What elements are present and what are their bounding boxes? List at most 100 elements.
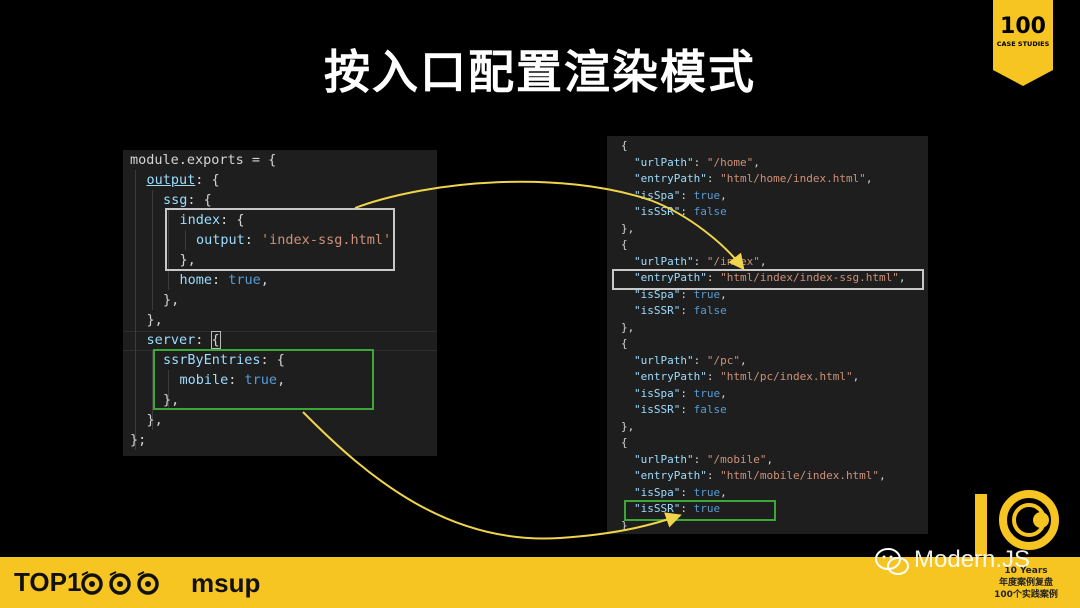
code-token: "/mobile" bbox=[706, 452, 767, 466]
code-token: : { bbox=[187, 192, 212, 208]
code-token: "html/home/index.html" bbox=[720, 172, 866, 185]
code-token: "/home" bbox=[706, 155, 754, 169]
code-token: , bbox=[759, 254, 767, 268]
code-token: : bbox=[212, 272, 229, 288]
code-token: , bbox=[879, 469, 886, 482]
code-token: : bbox=[680, 304, 694, 317]
code-token: : bbox=[195, 332, 212, 348]
code-token: , bbox=[720, 485, 727, 499]
code-token: "html/pc/index.html" bbox=[720, 370, 853, 383]
code-line: "urlPath": "/home", bbox=[620, 155, 760, 172]
code-token: , bbox=[852, 370, 860, 383]
code-token: ssg bbox=[163, 192, 188, 208]
code-token: , bbox=[260, 272, 269, 288]
code-line: { bbox=[607, 336, 628, 353]
code-token: : bbox=[706, 370, 721, 383]
code-line: "isSSR": false bbox=[620, 204, 727, 221]
code-token: "isSSR" bbox=[634, 403, 681, 416]
code-line: { bbox=[607, 138, 628, 155]
code-token: }, bbox=[621, 320, 635, 334]
code-token: false bbox=[693, 403, 727, 416]
code-token: "isSpa" bbox=[634, 485, 681, 499]
code-token: module.exports bbox=[130, 152, 244, 168]
code-token: true bbox=[228, 272, 261, 288]
code-token: "/pc" bbox=[706, 353, 740, 367]
code-line: }, bbox=[607, 221, 634, 238]
code-token: : bbox=[680, 485, 694, 499]
code-token: }, bbox=[146, 412, 163, 428]
code-token: : bbox=[680, 205, 694, 218]
code-token: : bbox=[693, 155, 707, 169]
code-line: output: { bbox=[140, 170, 220, 190]
code-line: "isSpa": true, bbox=[620, 386, 727, 403]
code-token: "html/mobile/index.html" bbox=[720, 469, 880, 482]
code-token: "urlPath" bbox=[634, 452, 694, 466]
code-line: home: true, bbox=[173, 270, 269, 290]
code-token: : bbox=[706, 469, 721, 482]
code-token: : bbox=[693, 254, 707, 268]
code-line: "entryPath": "html/mobile/index.html", bbox=[620, 468, 886, 485]
top100-eyes-icon bbox=[81, 571, 159, 595]
indent-guide bbox=[135, 170, 136, 450]
code-line: ssg: { bbox=[156, 190, 212, 210]
code-token: { bbox=[621, 337, 628, 350]
badge-number: 100 bbox=[1000, 14, 1046, 39]
code-token: "isSpa" bbox=[634, 386, 681, 400]
code-token: : bbox=[680, 386, 694, 400]
case-studies-badge: 100 CASE STUDIES bbox=[993, 0, 1053, 86]
msup-logo: msup bbox=[191, 568, 261, 598]
entry-path-highlight-box bbox=[612, 269, 924, 290]
code-token: { bbox=[210, 331, 221, 349]
code-token: , bbox=[739, 353, 747, 367]
code-line: server: { bbox=[140, 330, 221, 350]
code-token: : bbox=[693, 452, 707, 466]
code-token: , bbox=[865, 172, 873, 185]
code-token: false bbox=[693, 304, 727, 317]
ssr-entries-highlight-box bbox=[153, 349, 374, 410]
code-line: "entryPath": "html/home/index.html", bbox=[620, 171, 872, 188]
code-token: true bbox=[693, 188, 721, 202]
code-line: { bbox=[607, 435, 628, 452]
code-token: { bbox=[621, 436, 628, 449]
code-token: , bbox=[753, 155, 760, 169]
code-token: "entryPath" bbox=[634, 172, 707, 185]
code-line: "urlPath": "/pc", bbox=[620, 353, 747, 370]
code-token: "/index" bbox=[706, 254, 760, 268]
is-ssr-highlight-box bbox=[624, 500, 776, 521]
code-token: { bbox=[621, 139, 628, 152]
code-line: }, bbox=[607, 419, 634, 436]
code-token: : bbox=[693, 353, 707, 367]
code-token: }, bbox=[621, 221, 635, 235]
code-line: "isSSR": false bbox=[620, 402, 727, 419]
code-token: "entryPath" bbox=[634, 469, 707, 482]
code-token: "isSpa" bbox=[634, 188, 681, 202]
code-token: }, bbox=[621, 419, 635, 433]
code-token: }, bbox=[146, 312, 163, 328]
code-line: }, bbox=[156, 290, 179, 310]
code-token: "isSSR" bbox=[634, 205, 681, 218]
top1-logo: TOP1 bbox=[14, 567, 81, 598]
code-token: : bbox=[680, 403, 694, 416]
code-line: "isSpa": true, bbox=[620, 485, 727, 502]
code-token: : bbox=[680, 188, 694, 202]
code-line: "isSSR": false bbox=[620, 303, 727, 320]
top1-text: TOP1 bbox=[14, 567, 82, 597]
code-line: "isSpa": true, bbox=[620, 188, 727, 205]
code-line: }, bbox=[140, 410, 163, 430]
code-token: output bbox=[146, 172, 196, 188]
right-code-editor[interactable]: {"urlPath": "/home", "entryPath": "html/h… bbox=[607, 136, 928, 534]
code-token: , bbox=[720, 188, 727, 202]
code-token: "isSSR" bbox=[634, 304, 681, 317]
code-token: = { bbox=[243, 152, 277, 168]
code-token: : { bbox=[195, 172, 220, 188]
ten-years-line2: 100个实践案例 bbox=[994, 590, 1058, 600]
ten-years-line1: 年度案例复盘 bbox=[998, 578, 1053, 588]
code-token: , bbox=[766, 452, 774, 466]
indent-guide bbox=[152, 190, 153, 310]
code-token: "entryPath" bbox=[634, 370, 707, 383]
code-token: home bbox=[179, 272, 213, 288]
left-code-editor[interactable]: module.exports = {output: {ssg: {index: … bbox=[123, 150, 437, 456]
code-token: , bbox=[720, 386, 727, 400]
code-token: "urlPath" bbox=[634, 155, 694, 169]
code-token: }; bbox=[130, 432, 147, 448]
